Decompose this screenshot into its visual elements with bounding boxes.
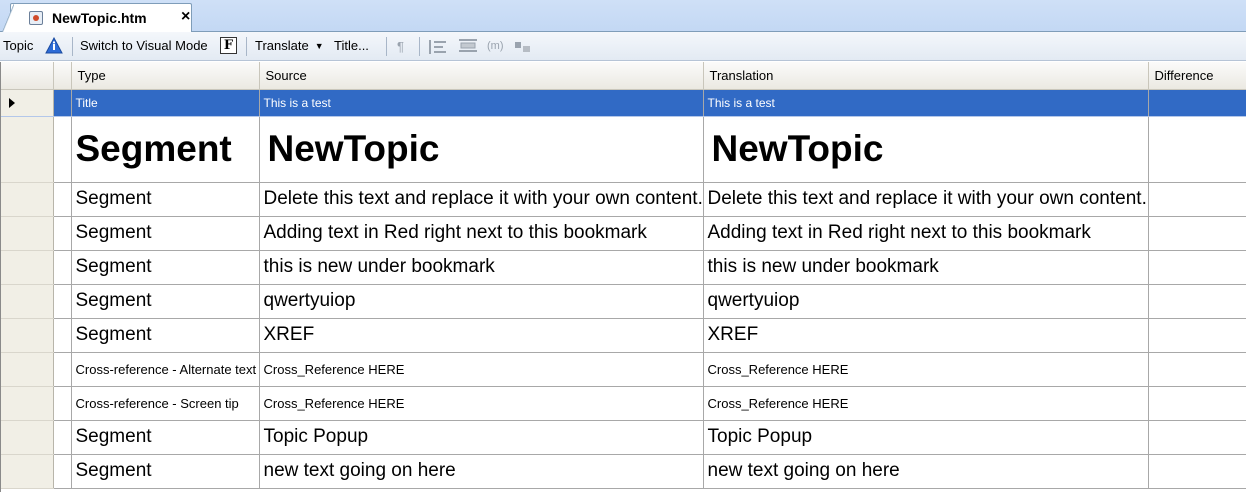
gap-header [53,62,72,90]
pilcrow-icon[interactable]: ¶ [397,39,404,54]
cell-type[interactable]: Segment [71,454,260,489]
cell-translation[interactable]: XREF [703,318,1149,353]
table-row[interactable]: Segment qwertyuiop qwertyuiop [1,284,1246,319]
cell-translation[interactable]: Adding text in Red right next to this bo… [703,216,1149,251]
cell-translation[interactable]: new text going on here [703,454,1149,489]
toolbar-separator [386,37,387,56]
cell-difference[interactable] [1148,386,1246,421]
row-indicator[interactable] [1,284,54,319]
dropdown-arrow-icon: ▼ [314,41,324,51]
cell-type[interactable]: Cross-reference - Screen tip [71,386,260,421]
document-icon [29,11,43,25]
layout-icon[interactable] [458,38,478,55]
cell-type[interactable]: Cross-reference - Alternate text [71,352,260,387]
cell-difference[interactable] [1148,454,1246,489]
tab-title: NewTopic.htm [52,10,147,26]
cell-source[interactable]: qwertyuiop [259,284,704,319]
tab-newtopic[interactable]: NewTopic.htm × [2,3,192,33]
column-header-source[interactable]: Source [259,62,704,90]
row-indicator[interactable] [1,182,54,217]
cell-translation[interactable]: this is new under bookmark [703,250,1149,285]
segment-grid: Type Source Translation Difference Title… [0,62,1246,492]
cell-type[interactable]: Segment [71,250,260,285]
topic-button[interactable]: Topic [3,38,33,53]
cell-translation[interactable]: Delete this text and replace it with you… [703,182,1149,217]
toolbar: Topic Switch to Visual Mode F Translate ▼… [0,32,1246,61]
cell-source[interactable]: new text going on here [259,454,704,489]
column-header-type[interactable]: Type [71,62,260,90]
cell-translation[interactable]: qwertyuiop [703,284,1149,319]
cell-source[interactable]: NewTopic [259,116,704,183]
cell-source[interactable]: This is a test [259,89,704,117]
table-row[interactable]: Cross-reference - Screen tip Cross_Refer… [1,386,1246,421]
cell-difference[interactable] [1148,89,1246,117]
translate-label: Translate [255,38,309,53]
cell-type[interactable]: Segment [71,116,260,183]
cell-difference[interactable] [1148,182,1246,217]
cell-source[interactable]: Cross_Reference HERE [259,386,704,421]
tab-strip: NewTopic.htm × [0,0,1246,33]
cell-translation[interactable]: NewTopic [703,116,1149,183]
table-row[interactable]: Segment XREF XREF [1,318,1246,353]
toolbar-separator [246,37,247,56]
cell-type[interactable]: Segment [71,182,260,217]
cell-translation[interactable]: This is a test [703,89,1149,117]
align-icon[interactable] [428,39,448,55]
row-indicator-header [1,62,54,90]
cell-difference[interactable] [1148,284,1246,319]
toolbar-separator [419,37,420,56]
cell-source[interactable]: this is new under bookmark [259,250,704,285]
table-row[interactable]: Title This is a test This is a test [1,89,1246,117]
cell-type[interactable]: Title [71,89,260,117]
cell-type[interactable]: Segment [71,216,260,251]
segment-table: Type Source Translation Difference Title… [1,62,1246,489]
title-button[interactable]: Title... [334,38,369,53]
table-row[interactable]: Segment Adding text in Red right next to… [1,216,1246,251]
cell-difference[interactable] [1148,420,1246,455]
translate-dropdown[interactable]: Translate ▼ [255,38,324,53]
cell-translation[interactable]: Topic Popup [703,420,1149,455]
info-icon[interactable] [45,37,63,55]
switch-visual-mode-button[interactable]: Switch to Visual Mode [80,38,208,53]
cell-translation[interactable]: Cross_Reference HERE [703,352,1149,387]
table-row[interactable]: Segment NewTopic NewTopic [1,116,1246,183]
column-header-difference[interactable]: Difference [1148,62,1246,90]
tag-icon[interactable] [514,41,532,53]
cell-source[interactable]: XREF [259,318,704,353]
cell-type[interactable]: Segment [71,284,260,319]
cell-difference[interactable] [1148,116,1246,183]
table-row[interactable]: Cross-reference - Alternate text Cross_R… [1,352,1246,387]
cell-difference[interactable] [1148,352,1246,387]
format-icon[interactable]: F [220,37,237,54]
cell-type[interactable]: Segment [71,420,260,455]
cell-source[interactable]: Topic Popup [259,420,704,455]
row-indicator[interactable] [1,216,54,251]
cell-difference[interactable] [1148,250,1246,285]
row-pointer-icon [9,97,15,108]
table-row[interactable]: Segment Topic Popup Topic Popup [1,420,1246,455]
row-indicator[interactable] [1,116,54,183]
row-indicator[interactable] [1,420,54,455]
row-indicator[interactable] [1,386,54,421]
close-icon[interactable]: × [181,8,190,26]
toolbar-separator [72,37,73,56]
table-row[interactable]: Segment new text going on here new text … [1,454,1246,489]
cell-source[interactable]: Adding text in Red right next to this bo… [259,216,704,251]
cell-type[interactable]: Segment [71,318,260,353]
row-indicator[interactable] [1,352,54,387]
row-indicator[interactable] [1,89,54,117]
table-row[interactable]: Segment this is new under bookmark this … [1,250,1246,285]
cell-source[interactable]: Delete this text and replace it with you… [259,182,704,217]
cell-difference[interactable] [1148,318,1246,353]
row-indicator[interactable] [1,318,54,353]
cell-translation[interactable]: Cross_Reference HERE [703,386,1149,421]
field-icon[interactable]: (m) [487,40,504,52]
cell-source[interactable]: Cross_Reference HERE [259,352,704,387]
row-indicator[interactable] [1,250,54,285]
column-header-translation[interactable]: Translation [703,62,1149,90]
cell-difference[interactable] [1148,216,1246,251]
header-row: Type Source Translation Difference [1,62,1246,90]
row-indicator[interactable] [1,454,54,489]
table-row[interactable]: Segment Delete this text and replace it … [1,182,1246,217]
